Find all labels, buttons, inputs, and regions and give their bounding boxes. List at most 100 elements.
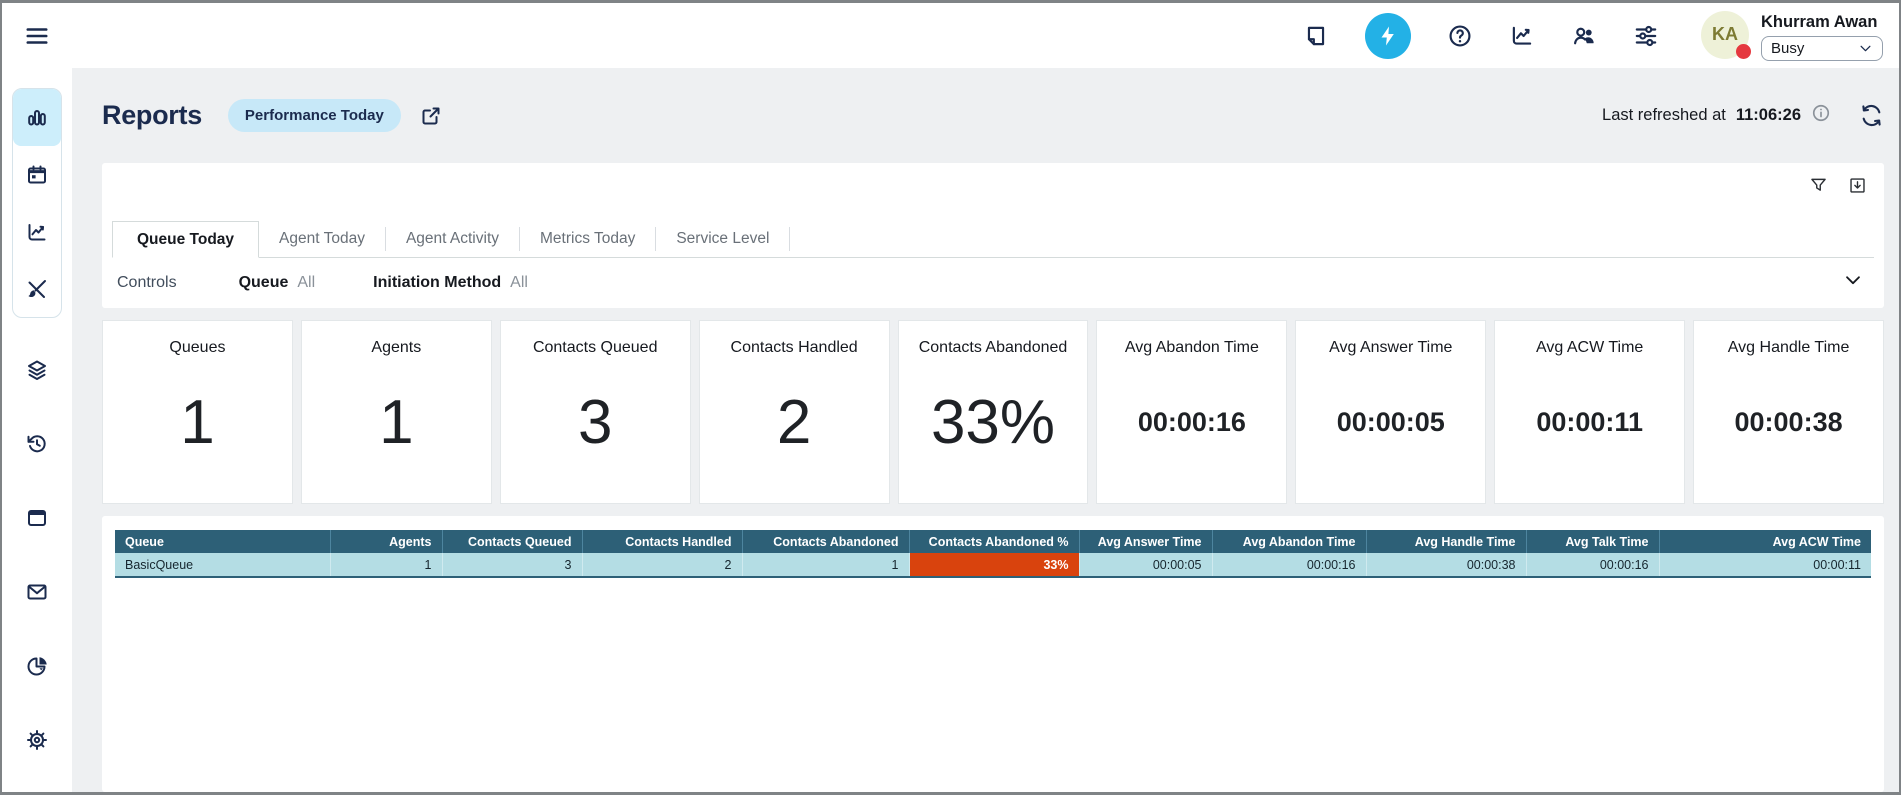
card-title: Contacts Abandoned — [919, 339, 1068, 357]
sidebar-primary-group — [12, 88, 62, 318]
chevron-down-icon — [1858, 41, 1873, 56]
sidebar-item-settings[interactable] — [13, 728, 61, 752]
status-select[interactable]: Busy — [1761, 36, 1883, 61]
bar-chart-icon — [25, 106, 49, 130]
card-title: Agents — [371, 339, 421, 357]
cell-queue: BasicQueue — [115, 553, 330, 577]
sidebar — [2, 68, 72, 792]
avatar-initials: KA — [1712, 24, 1738, 45]
settings-sliders-icon[interactable] — [1633, 23, 1659, 49]
column-header-avg-abandon-time[interactable]: Avg Abandon Time — [1212, 530, 1366, 553]
panel-actions — [1808, 175, 1868, 196]
cell-avg-acw-time: 00:00:11 — [1659, 553, 1871, 577]
agents-icon[interactable] — [1571, 23, 1597, 49]
column-header-contacts-abandoned[interactable]: Contacts Abandoned — [742, 530, 909, 553]
realtime-metrics-icon[interactable] — [1365, 13, 1411, 59]
column-header-avg-talk-time[interactable]: Avg Talk Time — [1526, 530, 1659, 553]
card-title: Contacts Queued — [533, 339, 658, 357]
table-header-row: QueueAgentsContacts QueuedContacts Handl… — [115, 530, 1871, 553]
topbar-actions: KA Khurram Awan Busy — [1303, 11, 1883, 61]
tab-service-level[interactable]: Service Level — [656, 221, 789, 257]
column-header-contacts-queued[interactable]: Contacts Queued — [442, 530, 582, 553]
summary-card-avg-handle-time: Avg Handle Time00:00:38 — [1693, 320, 1884, 504]
tab-agent-today[interactable]: Agent Today — [259, 221, 385, 257]
filter-name: Queue — [239, 274, 289, 291]
tab-divider — [789, 227, 790, 251]
controls-collapse-chevron-icon[interactable] — [1842, 269, 1864, 296]
tab-bar: Queue TodayAgent TodayAgent ActivityMetr… — [112, 221, 1874, 258]
card-value: 00:00:11 — [1536, 357, 1643, 503]
report-panel: Queue TodayAgent TodayAgent ActivityMetr… — [102, 163, 1884, 308]
table-row: BasicQueue132133%00:00:0500:00:1600:00:3… — [115, 553, 1871, 577]
sidebar-item-layers[interactable] — [13, 358, 61, 382]
last-refreshed-time: 11:06:26 — [1736, 106, 1801, 125]
control-filters: QueueAllInitiation MethodAll — [239, 274, 586, 292]
card-value: 00:00:16 — [1138, 357, 1246, 503]
column-header-avg-acw-time[interactable]: Avg ACW Time — [1659, 530, 1871, 553]
sidebar-item-mail[interactable] — [13, 580, 61, 604]
tab-queue-today[interactable]: Queue Today — [112, 221, 259, 258]
refresh-icon[interactable] — [1859, 103, 1884, 128]
user-block: KA Khurram Awan Busy — [1701, 11, 1883, 61]
calendar-icon — [25, 163, 49, 187]
page-header: Reports Performance Today Last refreshed… — [102, 68, 1884, 163]
user-meta: Khurram Awan Busy — [1761, 11, 1883, 61]
page-title: Reports — [102, 100, 202, 131]
sidebar-item-line-chart[interactable] — [13, 203, 61, 260]
filter-value: All — [510, 274, 528, 291]
sidebar-item-history[interactable] — [13, 432, 61, 456]
sidebar-secondary-group — [2, 358, 72, 752]
summary-card-contacts-abandoned: Contacts Abandoned33% — [898, 320, 1089, 504]
control-filter-initiation-method[interactable]: Initiation MethodAll — [373, 274, 528, 292]
download-icon[interactable] — [1847, 175, 1868, 196]
pie-chart-icon — [25, 654, 49, 678]
card-value: 2 — [777, 357, 811, 503]
card-value: 00:00:38 — [1735, 357, 1843, 503]
help-icon[interactable] — [1447, 23, 1473, 49]
hamburger-menu-icon[interactable] — [24, 23, 50, 49]
sidebar-item-bar-chart[interactable] — [13, 89, 61, 146]
control-filter-queue[interactable]: QueueAll — [239, 274, 316, 292]
card-title: Queues — [169, 339, 225, 357]
notes-icon[interactable] — [1303, 23, 1329, 49]
external-link-icon[interactable] — [419, 104, 443, 128]
filter-icon[interactable] — [1808, 175, 1829, 196]
sidebar-item-window[interactable] — [13, 506, 61, 530]
tab-agent-activity[interactable]: Agent Activity — [386, 221, 519, 257]
summary-card-avg-acw-time: Avg ACW Time00:00:11 — [1494, 320, 1685, 504]
summary-card-avg-answer-time: Avg Answer Time00:00:05 — [1295, 320, 1486, 504]
controls-label: Controls — [117, 274, 177, 292]
sidebar-item-calendar[interactable] — [13, 146, 61, 203]
card-value: 3 — [578, 357, 612, 503]
tab-metrics-today[interactable]: Metrics Today — [520, 221, 655, 257]
cell-avg-handle-time: 00:00:38 — [1366, 553, 1526, 577]
metrics-chart-icon[interactable] — [1509, 23, 1535, 49]
column-header-avg-answer-time[interactable]: Avg Answer Time — [1079, 530, 1212, 553]
column-header-queue[interactable]: Queue — [115, 530, 330, 553]
column-header-contacts-abandoned-[interactable]: Contacts Abandoned % — [909, 530, 1079, 553]
history-icon — [25, 432, 49, 456]
cell-contacts-handled: 2 — [582, 553, 742, 577]
cell-agents: 1 — [330, 553, 442, 577]
card-title: Avg Handle Time — [1728, 339, 1850, 357]
sidebar-item-pie-chart[interactable] — [13, 654, 61, 678]
column-header-contacts-handled[interactable]: Contacts Handled — [582, 530, 742, 553]
column-header-agents[interactable]: Agents — [330, 530, 442, 553]
card-title: Contacts Handled — [731, 339, 858, 357]
sidebar-item-designer[interactable] — [13, 260, 61, 317]
info-icon[interactable] — [1811, 103, 1831, 128]
summary-card-avg-abandon-time: Avg Abandon Time00:00:16 — [1096, 320, 1287, 504]
summary-card-queues: Queues1 — [102, 320, 293, 504]
top-bar: KA Khurram Awan Busy — [2, 3, 1899, 68]
column-header-avg-handle-time[interactable]: Avg Handle Time — [1366, 530, 1526, 553]
card-value: 1 — [180, 357, 214, 503]
table-panel: QueueAgentsContacts QueuedContacts Handl… — [102, 516, 1884, 792]
status-select-value: Busy — [1771, 40, 1804, 57]
card-title: Avg Abandon Time — [1125, 339, 1259, 357]
cell-avg-answer-time: 00:00:05 — [1079, 553, 1212, 577]
line-chart-icon — [25, 220, 49, 244]
status-dot — [1736, 44, 1751, 59]
summary-card-agents: Agents1 — [301, 320, 492, 504]
user-name: Khurram Awan — [1761, 13, 1883, 32]
avatar[interactable]: KA — [1701, 11, 1749, 59]
